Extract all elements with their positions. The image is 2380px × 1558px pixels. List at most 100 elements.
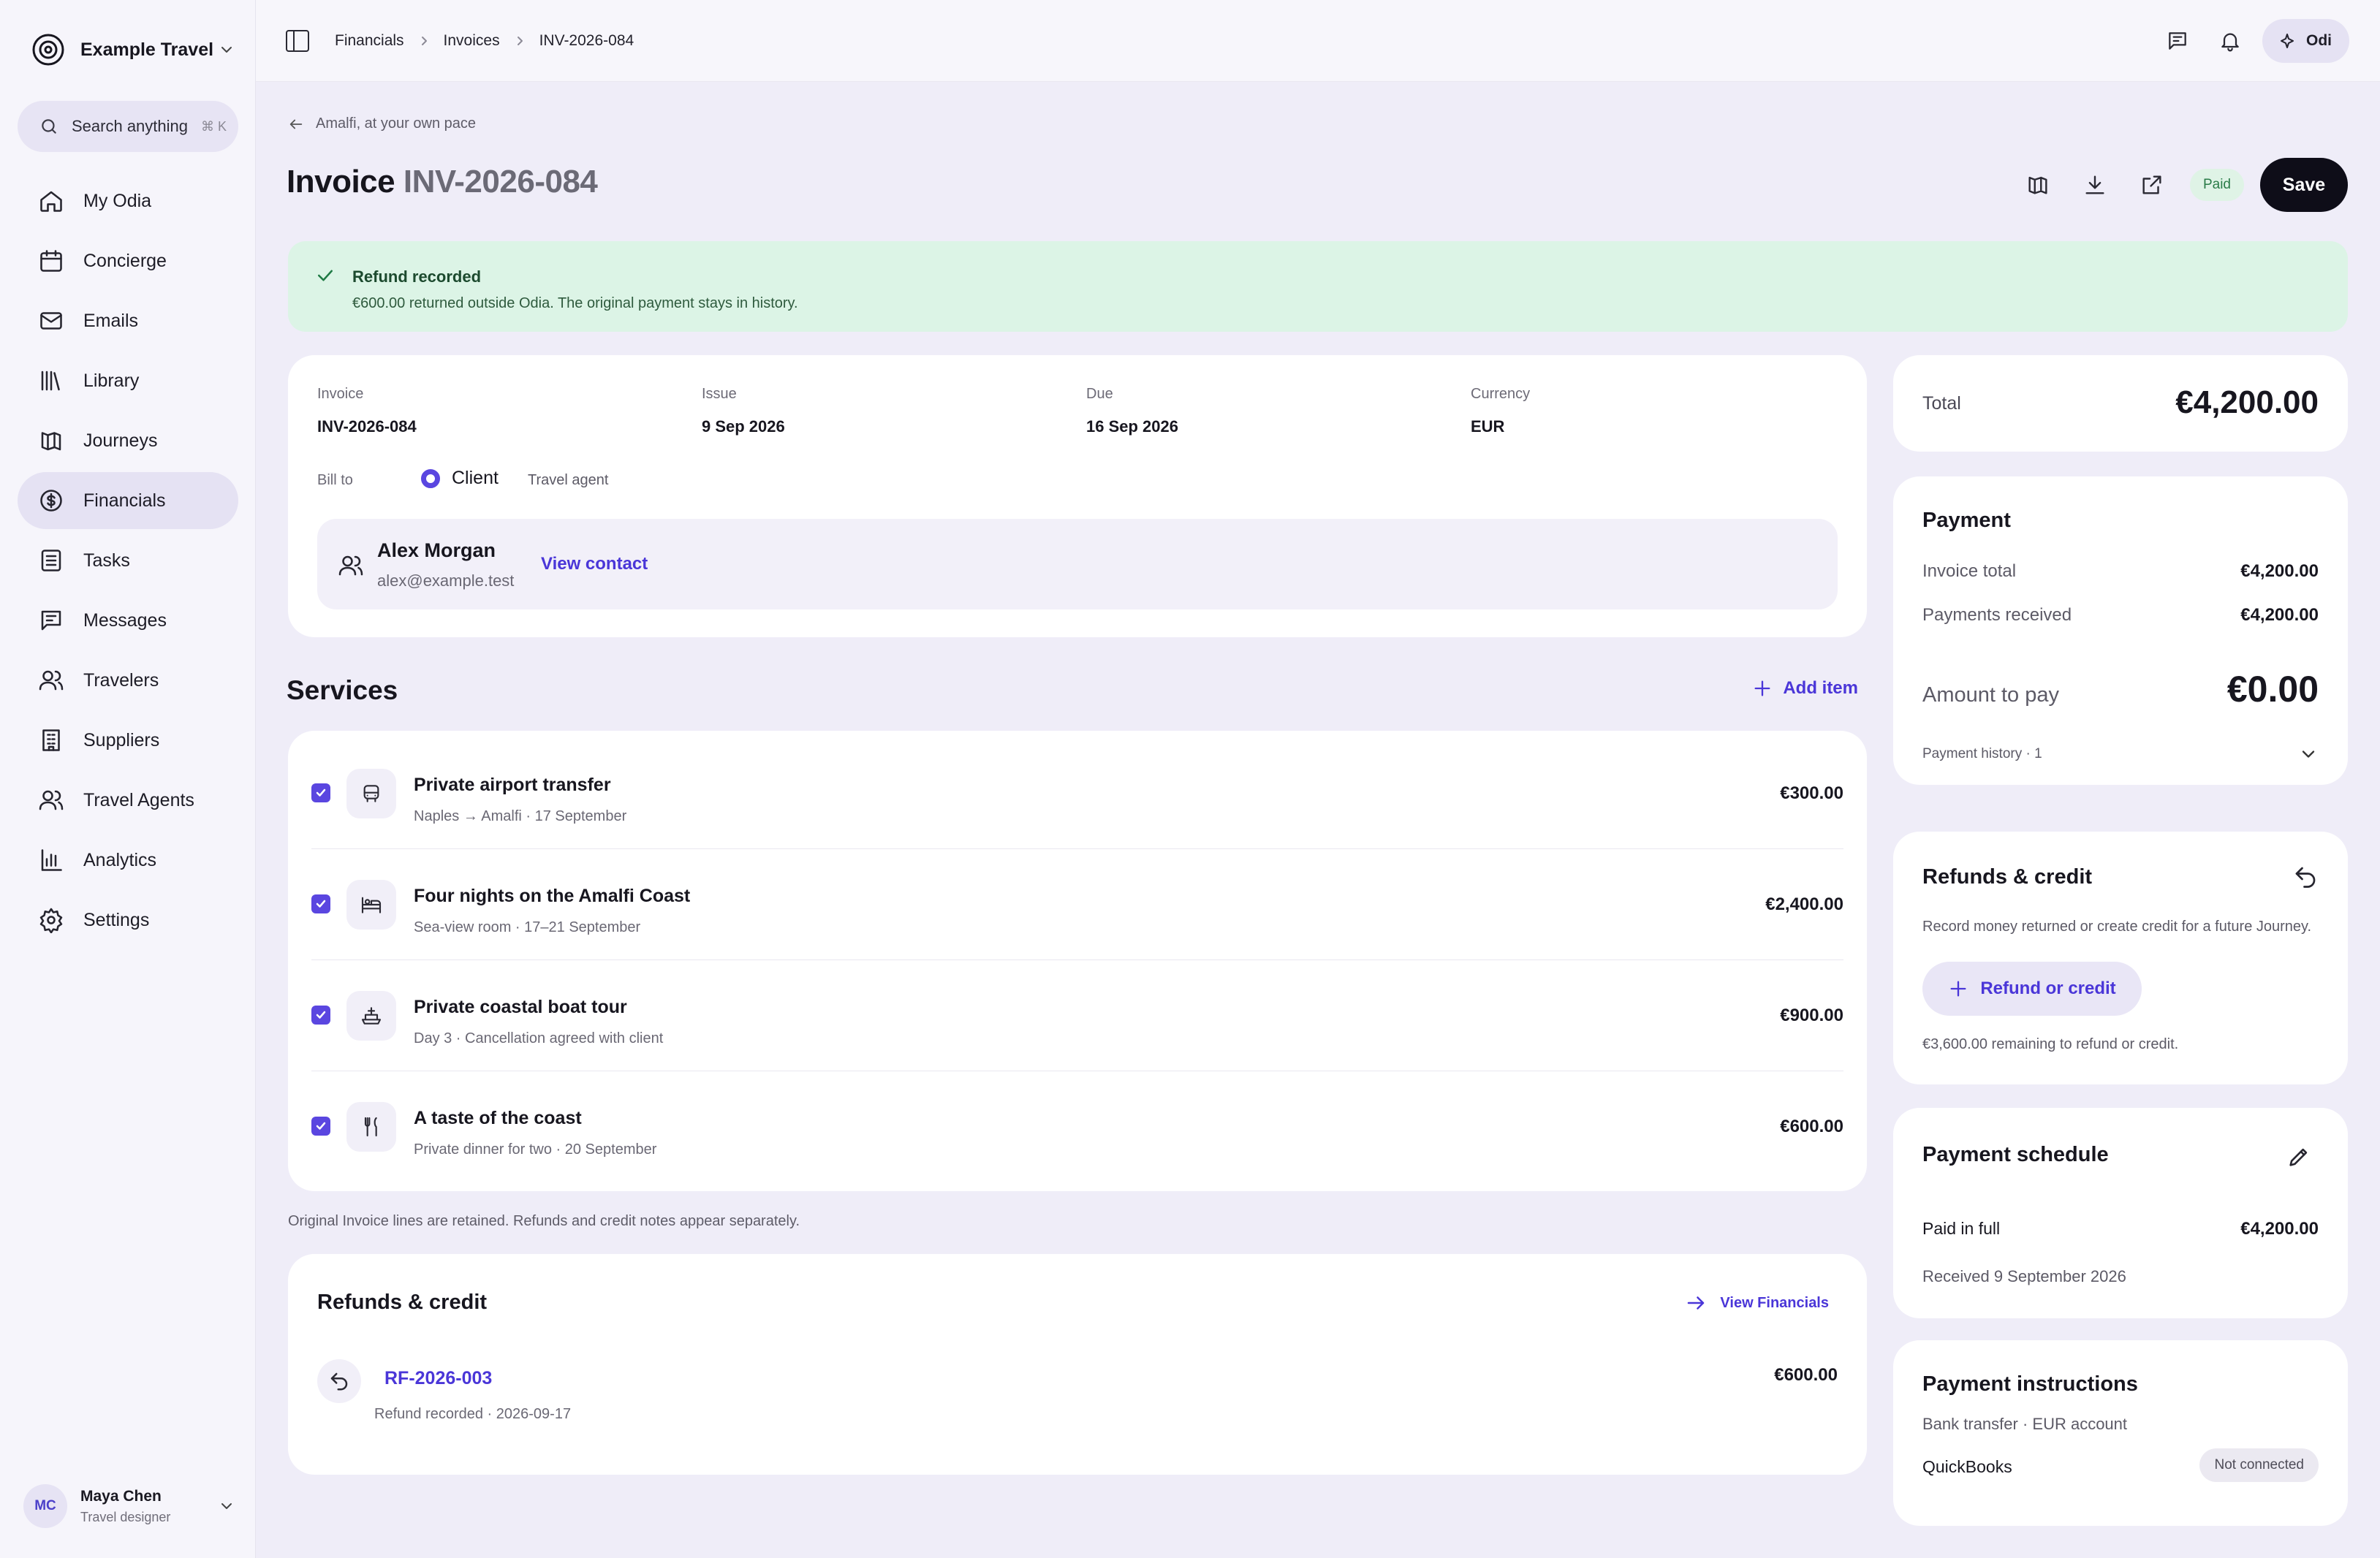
services-card: Private airport transfer Naples → Amalfi…	[288, 731, 1867, 1191]
sidebar-toggle-icon[interactable]	[285, 29, 310, 53]
breadcrumb-invoices[interactable]: Invoices	[444, 32, 500, 50]
sidebar-item-label: Suppliers	[83, 729, 160, 750]
payment-history-label: Payment history · 1	[1922, 746, 2042, 761]
sidebar-item-settings[interactable]: Settings	[18, 892, 238, 949]
row-label: Payments received	[1922, 605, 2072, 625]
plus-icon	[1754, 680, 1770, 696]
assistant-label: Odi	[2306, 32, 2332, 49]
contact-name: Alex Morgan	[377, 539, 496, 561]
checkmark-icon	[316, 788, 326, 797]
field-label: Issue	[702, 386, 737, 402]
service-checkbox[interactable]	[311, 1006, 330, 1025]
assistant-button[interactable]: Odi	[2262, 19, 2349, 63]
bill-to-client-radio[interactable]: Client	[421, 468, 499, 489]
breadcrumb: Financials Invoices INV-2026-084	[335, 29, 634, 53]
search-icon	[39, 117, 58, 136]
banner-title: Refund recorded	[352, 267, 482, 286]
chevron-down-icon	[2302, 750, 2315, 758]
checkmark-icon	[316, 900, 326, 908]
undo-icon[interactable]	[2292, 864, 2319, 890]
search-input[interactable]: Search anything ⌘ K	[18, 101, 238, 152]
refund-panel-description: Record money returned or create credit f…	[1922, 919, 2312, 935]
instructions-subtitle: Bank transfer · EUR account	[1922, 1415, 2128, 1433]
field-value: 16 Sep 2026	[1086, 417, 1178, 436]
contact-card: Alex Morgan alex@example.test View conta…	[317, 519, 1838, 609]
sidebar-item-travelers[interactable]: Travelers	[18, 652, 238, 709]
banner-body: €600.00 returned outside Odia. The origi…	[352, 295, 798, 311]
avatar: MC	[23, 1484, 67, 1528]
sidebar-item-journeys[interactable]: Journeys	[18, 412, 238, 469]
service-checkbox[interactable]	[311, 894, 330, 913]
page-actions: Paid Save	[2003, 158, 2348, 212]
bill-to-travel-agent-option[interactable]: Travel agent	[528, 472, 608, 489]
pencil-icon[interactable]	[2286, 1144, 2311, 1169]
field-value: EUR	[1471, 417, 1505, 436]
sidebar-item-label: Settings	[83, 909, 150, 930]
refund-success-banner: Refund recorded €600.00 returned outside…	[288, 241, 2348, 332]
calendar-icon	[38, 248, 64, 274]
sidebar-item-label: Travelers	[83, 669, 159, 691]
contact-email: alex@example.test	[377, 571, 515, 590]
workspace-switcher[interactable]: Example Travel	[31, 32, 235, 67]
save-button[interactable]: Save	[2260, 158, 2348, 212]
sidebar-item-messages[interactable]: Messages	[18, 592, 238, 649]
sidebar-item-concierge[interactable]: Concierge	[18, 232, 238, 289]
service-subtitle: Private dinner for two · 20 September	[414, 1141, 657, 1158]
service-subtitle: Day 3 · Cancellation agreed with client	[414, 1030, 664, 1046]
map-icon	[38, 428, 64, 454]
sidebar-item-my-odia[interactable]: My Odia	[18, 172, 238, 229]
invoice-details-card: Invoice INV-2026-084 Issue 9 Sep 2026 Du…	[288, 355, 1867, 637]
user-menu[interactable]: MC Maya Chen Travel designer	[23, 1483, 235, 1529]
refund-or-credit-button[interactable]: Refund or credit	[1922, 962, 2142, 1016]
invoice-number-field: Invoice INV-2026-084	[317, 386, 417, 436]
service-amount: €300.00	[1780, 783, 1843, 803]
sidebar-item-analytics[interactable]: Analytics	[18, 832, 238, 889]
payment-history-toggle[interactable]: Payment history · 1	[1922, 744, 2319, 764]
service-amount: €600.00	[1780, 1117, 1843, 1136]
chat-icon[interactable]	[2156, 19, 2199, 63]
list-item: A taste of the coast Private dinner for …	[311, 1071, 1843, 1182]
sidebar-item-library[interactable]: Library	[18, 352, 238, 409]
brand-logo-icon	[31, 32, 66, 67]
refund-remaining: €3,600.00 remaining to refund or credit.	[1922, 1036, 2179, 1052]
sidebar-item-tasks[interactable]: Tasks	[18, 532, 238, 589]
download-icon[interactable]	[2073, 163, 2117, 207]
checkmark-icon	[316, 1011, 326, 1019]
sidebar-item-label: Messages	[83, 609, 167, 631]
bell-icon[interactable]	[2208, 19, 2252, 63]
page-title-prefix: Invoice	[287, 164, 395, 200]
service-checkbox[interactable]	[311, 783, 330, 802]
service-title: A taste of the coast	[414, 1108, 582, 1128]
chevron-down-icon	[218, 41, 235, 58]
sidebar-item-label: Library	[83, 370, 140, 391]
sidebar-item-label: Journeys	[83, 430, 158, 451]
sidebar-item-travel-agents[interactable]: Travel Agents	[18, 772, 238, 829]
sidebar-item-label: Emails	[83, 310, 139, 331]
refund-subtitle: Refund recorded · 2026-09-17	[374, 1406, 572, 1422]
field-label: Due	[1086, 386, 1113, 402]
view-financials-link[interactable]: View Financials	[1685, 1292, 1829, 1314]
back-link[interactable]: Amalfi, at your own pace	[288, 115, 476, 132]
refund-id-link[interactable]: RF-2026-003	[384, 1368, 492, 1389]
search-shortcut: ⌘ K	[201, 118, 227, 134]
sidebar-item-financials[interactable]: Financials	[18, 472, 238, 529]
external-link-icon[interactable]	[2130, 163, 2174, 207]
back-link-label: Amalfi, at your own pace	[316, 115, 476, 132]
view-contact-link[interactable]: View contact	[541, 554, 648, 574]
total-card: Total €4,200.00	[1893, 355, 2348, 452]
service-checkbox[interactable]	[311, 1117, 330, 1136]
journey-map-icon[interactable]	[2016, 163, 2060, 207]
row-label: Paid in full	[1922, 1219, 2001, 1238]
invoice-lines-note: Original Invoice lines are retained. Ref…	[288, 1213, 800, 1229]
checkmark-icon	[316, 1122, 326, 1130]
row-value: €4,200.00	[2240, 561, 2319, 581]
field-label: Currency	[1471, 386, 1531, 402]
row-value: €4,200.00	[2240, 605, 2319, 625]
sidebar-item-label: Concierge	[83, 250, 167, 271]
row-label: Amount to pay	[1922, 683, 2059, 707]
add-item-button[interactable]: Add item	[1752, 678, 1858, 699]
sidebar-item-suppliers[interactable]: Suppliers	[18, 712, 238, 769]
breadcrumb-financials[interactable]: Financials	[335, 32, 404, 50]
field-value: 9 Sep 2026	[702, 417, 785, 436]
sidebar-item-emails[interactable]: Emails	[18, 292, 238, 349]
